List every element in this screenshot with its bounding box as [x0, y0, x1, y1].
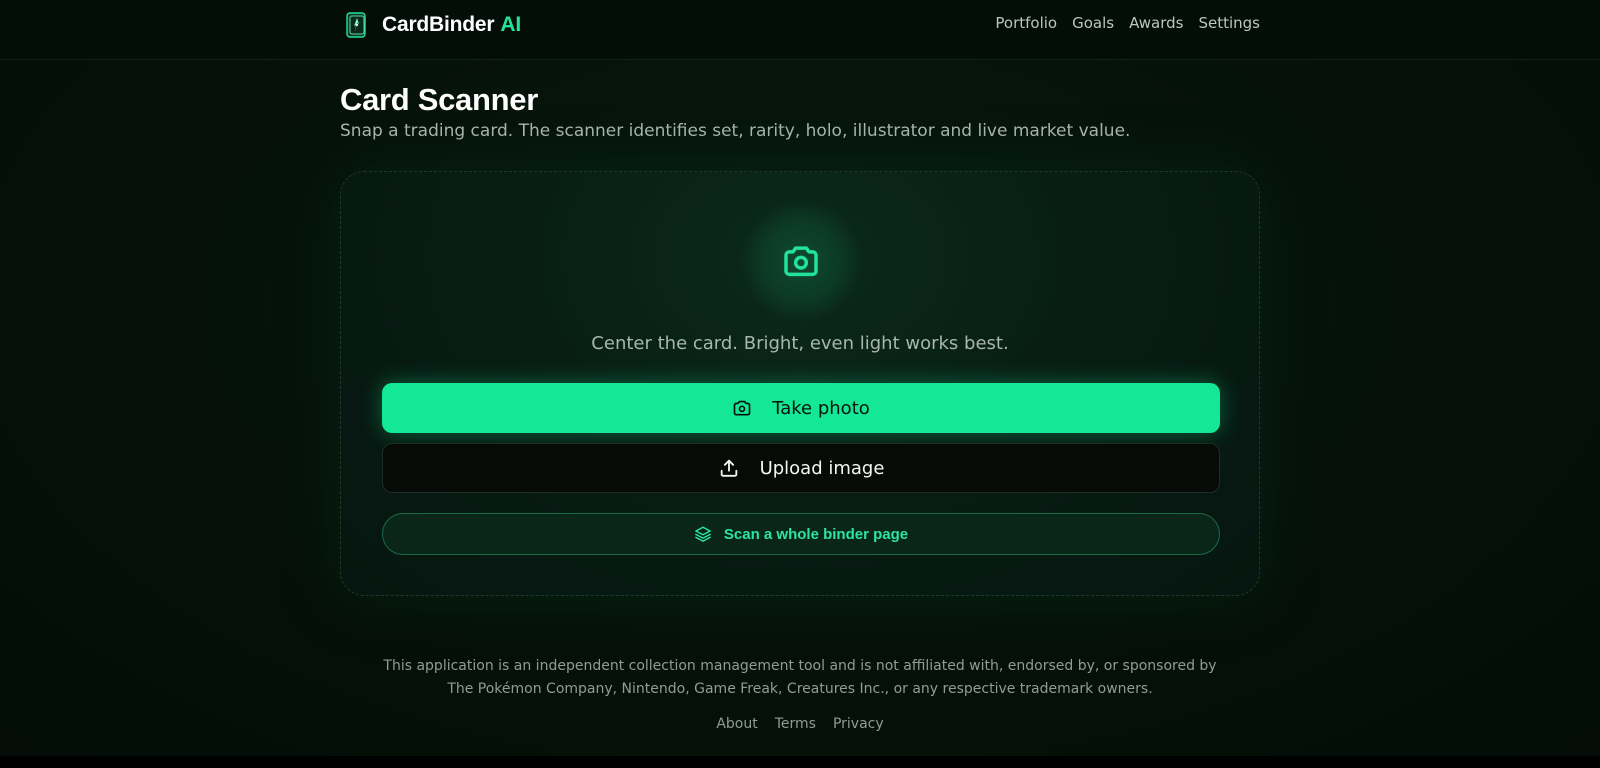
layers-icon [694, 525, 712, 543]
camera-hero [741, 201, 861, 321]
top-navigation-bar: CardBinder AI Portfolio Goals Awards Sett… [0, 0, 1600, 60]
upload-image-label: Upload image [759, 457, 885, 479]
upload-image-button[interactable]: Upload image [382, 443, 1220, 493]
card-binder-logo-icon [346, 12, 366, 38]
scanner-hint: Center the card. Bright, even light work… [591, 333, 1009, 354]
disclaimer-line-1: This application is an independent colle… [383, 658, 1217, 674]
footer-link-terms[interactable]: Terms [775, 716, 816, 732]
camera-icon [732, 398, 752, 418]
scan-binder-page-label: Scan a whole binder page [723, 525, 909, 543]
scanner-card: Center the card. Bright, even light work… [340, 171, 1260, 596]
page-title: Card Scanner [340, 82, 538, 117]
main-nav: Portfolio Goals Awards Settings [995, 14, 1260, 32]
footer-links: About Terms Privacy [0, 716, 1600, 732]
brand-accent: AI [500, 13, 521, 36]
take-photo-label: Take photo [772, 397, 870, 419]
nav-item-goals[interactable]: Goals [1072, 14, 1114, 32]
take-photo-button[interactable]: Take photo [382, 383, 1220, 433]
disclaimer-line-2: The Pokémon Company, Nintendo, Game Frea… [447, 681, 1153, 697]
page-background: CardBinder AI Portfolio Goals Awards Sett… [0, 0, 1600, 756]
footer-disclaimer: This application is an independent colle… [340, 655, 1260, 701]
brand[interactable]: CardBinder AI [344, 10, 521, 40]
nav-item-awards[interactable]: Awards [1129, 14, 1183, 32]
nav-item-settings[interactable]: Settings [1198, 14, 1260, 32]
footer-link-about[interactable]: About [716, 716, 757, 732]
nav-item-portfolio[interactable]: Portfolio [995, 14, 1057, 32]
brand-name: CardBinder [382, 13, 495, 36]
scan-binder-page-button[interactable]: Scan a whole binder page [382, 513, 1220, 555]
camera-icon [784, 246, 818, 277]
upload-icon [718, 457, 740, 479]
footer-link-privacy[interactable]: Privacy [833, 716, 884, 732]
page-subtitle: Snap a trading card. The scanner identif… [340, 121, 1131, 141]
